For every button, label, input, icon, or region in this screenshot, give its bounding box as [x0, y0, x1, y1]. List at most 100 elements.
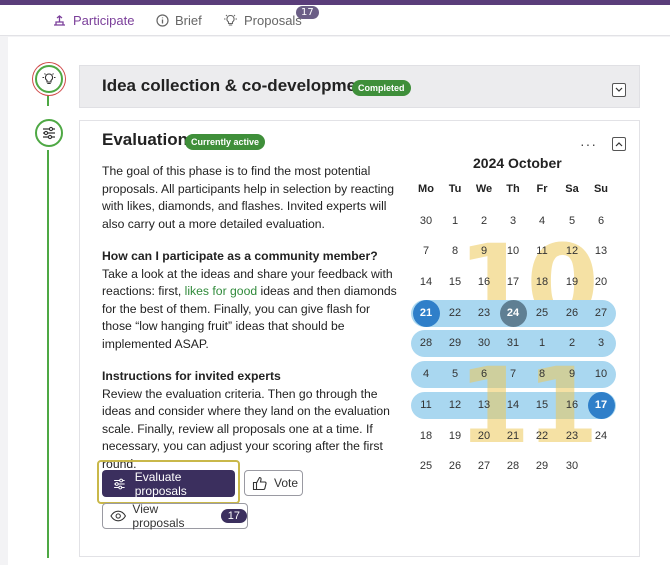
calendar-day[interactable]: 24 [499, 303, 527, 323]
calendar-day[interactable]: 1 [528, 333, 556, 353]
calendar-day[interactable]: 11 [528, 241, 556, 261]
calendar-day[interactable]: 13 [587, 241, 615, 261]
calendar-day[interactable]: 7 [499, 364, 527, 384]
calendar-day[interactable]: 12 [558, 241, 586, 261]
calendar-day[interactable]: 15 [528, 395, 556, 415]
more-options-button[interactable]: ··· [580, 136, 597, 152]
calendar-day[interactable]: 2 [558, 333, 586, 353]
participate-icon [54, 15, 65, 26]
calendar-day[interactable]: 9 [558, 364, 586, 384]
calendar-day[interactable]: 14 [412, 272, 440, 292]
calendar-day[interactable]: 31 [499, 333, 527, 353]
calendar-day[interactable]: 9 [470, 241, 498, 261]
calendar-day[interactable]: 25 [412, 456, 440, 476]
weekday-header: We [475, 183, 493, 195]
expand-button[interactable] [612, 83, 626, 97]
calendar-day[interactable]: 15 [441, 272, 469, 292]
calendar-day[interactable]: 20 [587, 272, 615, 292]
calendar-day[interactable]: 7 [412, 241, 440, 261]
calendar-day[interactable]: 3 [587, 333, 615, 353]
calendar-day[interactable]: 4 [528, 211, 556, 231]
calendar-day[interactable]: 23 [558, 426, 586, 446]
calendar-day[interactable]: 28 [499, 456, 527, 476]
calendar-day[interactable]: 20 [470, 426, 498, 446]
calendar-day[interactable]: 21 [499, 426, 527, 446]
calendar-day[interactable]: 28 [412, 333, 440, 353]
calendar-day[interactable]: 19 [558, 272, 586, 292]
calendar-day[interactable]: 12 [441, 395, 469, 415]
calendar-day[interactable]: 21 [412, 303, 440, 323]
view-count-badge: 17 [220, 509, 247, 523]
chevron-up-icon [615, 142, 623, 147]
timeline-node-evaluation[interactable] [35, 119, 63, 147]
calendar-day[interactable]: 17 [499, 272, 527, 292]
community-section: How can I participate as a community mem… [102, 248, 402, 353]
likes-link[interactable]: likes for good [185, 284, 258, 298]
calendar-day[interactable]: 30 [412, 211, 440, 231]
calendar-day[interactable]: 30 [470, 333, 498, 353]
calendar-day[interactable]: 29 [528, 456, 556, 476]
calendar-day[interactable]: 18 [412, 426, 440, 446]
tab-participate-label: Participate [73, 12, 135, 28]
calendar-day[interactable]: 22 [441, 303, 469, 323]
phase-title-idea: Idea collection & co-development [102, 76, 373, 95]
lightbulb-icon [224, 14, 237, 26]
calendar-day[interactable]: 27 [470, 456, 498, 476]
timeline-connector [47, 94, 49, 106]
lightbulb-icon [42, 73, 56, 85]
calendar-day[interactable]: 6 [587, 211, 615, 231]
calendar-day[interactable]: 19 [441, 426, 469, 446]
calendar-day[interactable]: 2 [470, 211, 498, 231]
calendar-day[interactable]: 8 [441, 241, 469, 261]
calendar-day[interactable]: 16 [558, 395, 586, 415]
phase-title-evaluation: Evaluation [102, 130, 188, 149]
tab-bar: Participate Brief Proposals 17 [0, 5, 670, 40]
calendar-day[interactable]: 10 [587, 364, 615, 384]
calendar-day[interactable]: 3 [499, 211, 527, 231]
tab-proposals[interactable]: Proposals [223, 5, 302, 35]
calendar-day[interactable]: 18 [528, 272, 556, 292]
tab-brief[interactable]: Brief [156, 5, 202, 35]
calendar-day[interactable]: 29 [441, 333, 469, 353]
vote-button[interactable]: Vote [244, 470, 303, 496]
calendar-day[interactable]: 11 [412, 395, 440, 415]
calendar-day[interactable]: 26 [441, 456, 469, 476]
experts-text: Review the evaluation criteria. Then go … [102, 386, 390, 471]
calendar-day[interactable]: 27 [587, 303, 615, 323]
calendar-day[interactable]: 5 [441, 364, 469, 384]
calendar-day[interactable]: 14 [499, 395, 527, 415]
evaluate-proposals-button[interactable]: Evaluate proposals [102, 469, 235, 498]
calendar-day[interactable]: 5 [558, 211, 586, 231]
calendar-day[interactable]: 13 [470, 395, 498, 415]
tab-brief-label: Brief [175, 12, 202, 28]
calendar-day[interactable]: 16 [470, 272, 498, 292]
calendar-day[interactable]: 30 [558, 456, 586, 476]
sliders-icon [43, 126, 55, 140]
vote-label: Vote [274, 476, 299, 490]
calendar-day[interactable]: 8 [528, 364, 556, 384]
calendar-day[interactable]: 25 [528, 303, 556, 323]
calendar-day[interactable]: 24 [587, 426, 615, 446]
evaluate-proposals-label: Evaluate proposals [134, 469, 187, 498]
info-icon [156, 13, 169, 27]
calendar-day[interactable]: 22 [528, 426, 556, 446]
chevron-down-icon [615, 87, 623, 92]
weekday-header: Mo [418, 183, 434, 195]
calendar-day[interactable]: 17 [587, 395, 615, 415]
status-badge-active: Currently active [185, 134, 266, 150]
calendar-day[interactable]: 1 [441, 211, 469, 231]
tab-proposals-label: Proposals [244, 12, 302, 28]
experts-section: Instructions for invited experts Review … [102, 368, 402, 473]
phase-description: The goal of this phase is to find the mo… [102, 164, 394, 231]
calendar-day[interactable]: 10 [499, 241, 527, 261]
tab-participate[interactable]: Participate [52, 5, 134, 35]
timeline-node-idea[interactable] [35, 65, 63, 93]
calendar-day[interactable]: 4 [412, 364, 440, 384]
weekday-header: Th [506, 183, 520, 195]
status-badge-completed: Completed [352, 80, 411, 96]
view-proposals-button[interactable]: View proposals 17 [102, 502, 248, 530]
collapse-button[interactable] [612, 137, 626, 151]
calendar-day[interactable]: 23 [470, 303, 498, 323]
calendar-day[interactable]: 6 [470, 364, 498, 384]
calendar-day[interactable]: 26 [558, 303, 586, 323]
